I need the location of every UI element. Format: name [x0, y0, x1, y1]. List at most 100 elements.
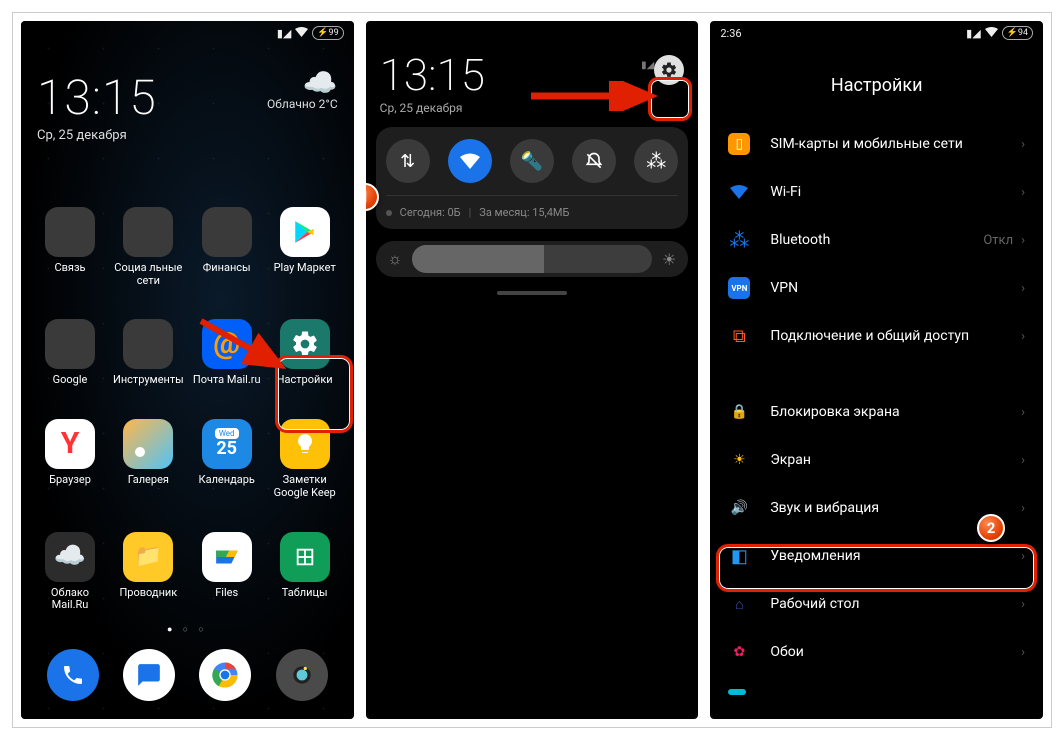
- chevron-right-icon: ›: [1021, 137, 1025, 152]
- app-keep[interactable]: Заметки Google Keep: [270, 419, 340, 511]
- weather-label: Облачно: [267, 97, 316, 111]
- folder-google[interactable]: Google: [35, 319, 105, 399]
- sun-icon: ☀: [728, 449, 750, 471]
- app-browser[interactable]: Y Браузер: [35, 419, 105, 511]
- chevron-right-icon: ›: [1021, 281, 1025, 296]
- data-month: За месяц: 15,4МБ: [479, 206, 569, 219]
- app-label: Таблицы: [282, 587, 328, 600]
- camera-icon: [289, 662, 315, 688]
- dot-icon: [386, 210, 392, 216]
- dnd-icon: [584, 151, 604, 171]
- qs-dnd[interactable]: [572, 139, 616, 183]
- clock-widget[interactable]: 13:15 Ср, 25 декабря ☁️ Облачно 2°C: [21, 45, 354, 147]
- dock-chrome[interactable]: [199, 649, 251, 701]
- wifi-icon: [295, 27, 308, 40]
- phone-shade: 13:15 Ср, 25 декабря ▮◢ ⇅ 🔦 ⁂: [366, 21, 699, 719]
- phone-settings: 2:36 ▮◢ ⚡94 Настройки ▯ SIM-карты и моби…: [710, 21, 1043, 719]
- row-bluetooth[interactable]: ⁂ Bluetooth Откл ›: [710, 216, 1043, 264]
- sim-icon: ▯: [728, 133, 750, 155]
- folder-comms[interactable]: Связь: [35, 207, 105, 299]
- bluetooth-icon: ⁂: [646, 149, 666, 173]
- brightness-slider[interactable]: ☼ ☀: [376, 241, 689, 277]
- row-homescreen[interactable]: ⌂ Рабочий стол ›: [710, 580, 1043, 628]
- qs-mobile-data[interactable]: ⇅: [386, 139, 430, 183]
- battery-indicator: ⚡94: [1002, 26, 1033, 40]
- app-grid: Связь Социа льные сети Финансы Play Марк…: [21, 207, 354, 624]
- chevron-right-icon: ›: [1021, 549, 1025, 564]
- shade-settings-button[interactable]: [654, 55, 684, 85]
- quick-settings-panel: ⇅ 🔦 ⁂ Сегодня: 0Б | За месяц: 15,4МБ: [376, 127, 689, 229]
- chevron-right-icon: ›: [1021, 453, 1025, 468]
- app-label: Календарь: [199, 474, 255, 487]
- qs-flashlight[interactable]: 🔦: [510, 139, 554, 183]
- app-mailru[interactable]: @ Почта Mail.ru: [192, 319, 262, 399]
- app-label: Социа льные сети: [113, 262, 184, 287]
- wifi-icon: [728, 181, 750, 203]
- app-gallery[interactable]: Галерея: [113, 419, 184, 511]
- signal-icon: ▮◢: [641, 59, 654, 72]
- row-vpn[interactable]: VPN VPN ›: [710, 264, 1043, 312]
- weather-widget[interactable]: ☁️ Облачно 2°C: [267, 69, 338, 111]
- signal-icon: ▮◢: [966, 27, 981, 40]
- partial-icon: [728, 689, 746, 695]
- flashlight-icon: 🔦: [521, 151, 543, 172]
- shade-drag-handle[interactable]: [497, 291, 567, 295]
- signal-icon: ▮◢: [277, 27, 292, 40]
- app-calendar[interactable]: Wed25 Календарь: [192, 419, 262, 511]
- app-label: Настройки: [277, 374, 333, 387]
- qs-wifi[interactable]: [448, 139, 492, 183]
- status-bar: ▮◢ ⚡99: [21, 21, 354, 45]
- brightness-low-icon: ☼: [388, 249, 403, 269]
- status-bar: 2:36 ▮◢ ⚡94: [710, 21, 1043, 45]
- row-sim[interactable]: ▯ SIM-карты и мобильные сети ›: [710, 120, 1043, 168]
- clock-time: 13:15: [37, 69, 267, 126]
- phone-home: ▮◢ ⚡99 13:15 Ср, 25 декабря ☁️ Облачно 2…: [21, 21, 354, 719]
- row-cut[interactable]: [710, 676, 1043, 695]
- app-file-explorer[interactable]: 📁 Проводник: [113, 532, 184, 624]
- speaker-icon: 🔊: [728, 497, 750, 519]
- settings-list[interactable]: ▯ SIM-карты и мобильные сети › Wi-Fi › ⁂…: [710, 120, 1043, 695]
- chevron-right-icon: ›: [1021, 233, 1025, 248]
- chrome-icon: [210, 660, 240, 690]
- app-label: Браузер: [49, 474, 91, 487]
- app-label: Инструменты: [113, 374, 184, 387]
- row-suffix: Откл: [983, 233, 1013, 248]
- messages-icon: [136, 662, 162, 688]
- row-wifi[interactable]: Wi-Fi ›: [710, 168, 1043, 216]
- notification-icon: ◧: [728, 545, 750, 567]
- app-settings[interactable]: Настройки: [270, 319, 340, 399]
- share-icon: ⧉: [728, 325, 750, 347]
- row-display[interactable]: ☀ Экран ›: [710, 436, 1043, 484]
- app-play-store[interactable]: Play Маркет: [270, 207, 340, 299]
- row-tethering[interactable]: ⧉ Подключение и общий доступ ›: [710, 312, 1043, 360]
- app-label: Почта Mail.ru: [193, 374, 261, 387]
- app-label: Files: [215, 587, 238, 600]
- screenshot-frame: ▮◢ ⚡99 13:15 Ср, 25 декабря ☁️ Облачно 2…: [12, 12, 1052, 728]
- app-label: Проводник: [119, 587, 177, 600]
- app-files[interactable]: Files: [192, 532, 262, 624]
- shade-time: 13:15: [380, 49, 641, 101]
- dock: [21, 639, 354, 719]
- dock-phone[interactable]: [47, 649, 99, 701]
- app-sheets[interactable]: Таблицы: [270, 532, 340, 624]
- chevron-right-icon: ›: [1021, 405, 1025, 420]
- folder-tools[interactable]: Инструменты: [113, 319, 184, 399]
- marker-2: 2: [977, 514, 1005, 542]
- weather-cloud-icon: ☁️: [267, 69, 338, 97]
- dock-messages[interactable]: [123, 649, 175, 701]
- row-wallpaper[interactable]: ✿ Обои ›: [710, 628, 1043, 676]
- app-label: Галерея: [128, 474, 169, 487]
- dock-camera[interactable]: [276, 649, 328, 701]
- qs-bluetooth[interactable]: ⁂: [634, 139, 678, 183]
- data-usage-row[interactable]: Сегодня: 0Б | За месяц: 15,4МБ: [386, 195, 679, 219]
- app-mailru-cloud[interactable]: ☁️ Облако Mail.Ru: [35, 532, 105, 624]
- app-label: Финансы: [203, 262, 251, 275]
- app-label: Связь: [54, 262, 85, 275]
- clock-date: Ср, 25 декабря: [37, 128, 267, 143]
- folder-finance[interactable]: Финансы: [192, 207, 262, 299]
- folder-social[interactable]: Социа льные сети: [113, 207, 184, 299]
- settings-title: Настройки: [710, 45, 1043, 120]
- row-lockscreen[interactable]: 🔒 Блокировка экрана ›: [710, 388, 1043, 436]
- app-label: Google: [53, 374, 88, 387]
- app-label: Play Маркет: [274, 262, 336, 275]
